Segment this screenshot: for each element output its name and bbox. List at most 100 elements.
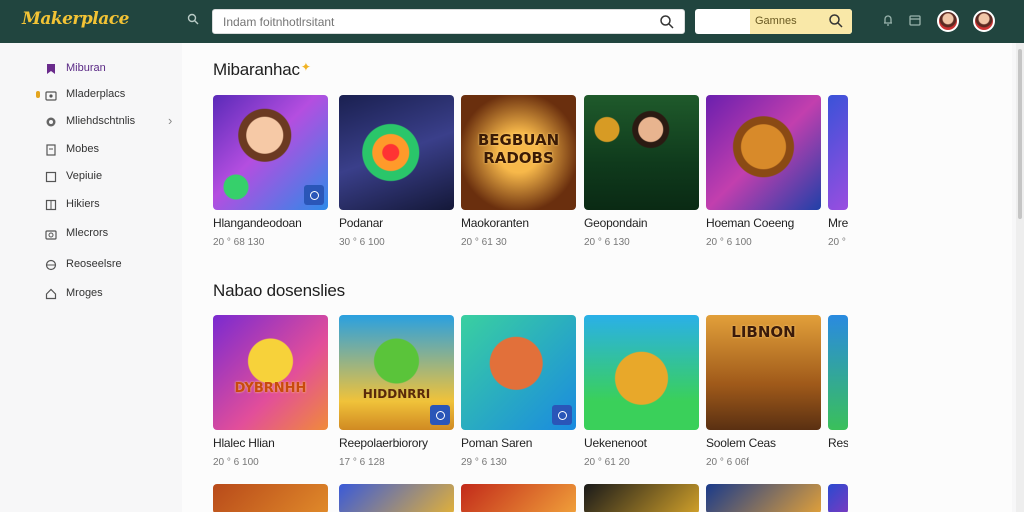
sidebar-item-3[interactable]: Mobes xyxy=(40,140,180,160)
game-title: Hoeman Coeeng xyxy=(706,216,795,230)
sidebar-item-5[interactable]: Hikiers xyxy=(40,195,180,215)
game-badge-icon xyxy=(552,405,572,425)
game-card[interactable]: Uekenenoot 20 ° 61 20 xyxy=(584,315,699,475)
grid-icon xyxy=(45,198,57,211)
game-title: Uekenenoot xyxy=(584,436,647,450)
game-thumbnail: HIDDNRRI xyxy=(339,315,454,430)
game-title: Res xyxy=(828,436,848,450)
game-thumbnail xyxy=(828,315,848,430)
search-bar xyxy=(212,9,685,34)
sidebar-item-7[interactable]: Reoseelsre xyxy=(40,255,180,275)
bell-icon[interactable] xyxy=(881,13,897,29)
game-title: Soolem Ceas xyxy=(706,436,776,450)
active-indicator xyxy=(36,91,40,98)
sidebar-item-label: Mliehdschtnlis xyxy=(66,115,136,127)
game-card[interactable]: Hoeman Coeeng 20 ° 6 100 xyxy=(706,95,821,255)
game-card[interactable]: Hlangandeodoan 20 ° 68 130 xyxy=(213,95,328,255)
sidebar-item-label: Mobes xyxy=(66,143,100,155)
game-art-text: HIDDNRRI xyxy=(362,387,431,401)
game-card[interactable]: DYBRNHH Hlalec Hlian 20 ° 6 100 xyxy=(213,315,328,475)
game-title: Poman Saren xyxy=(461,436,533,450)
game-thumbnail: DYBRNHH xyxy=(213,315,328,430)
globe-icon xyxy=(45,258,57,271)
sidebar-item-label: Vepiuie xyxy=(66,170,103,182)
sidebar-item-1[interactable]: Mladerplacs xyxy=(36,85,180,105)
game-thumbnail[interactable] xyxy=(584,484,699,512)
game-card[interactable]: Res xyxy=(828,315,848,475)
vertical-scrollbar[interactable] xyxy=(1016,43,1024,512)
sidebar-item-2[interactable]: Mliehdschtnlis › xyxy=(40,112,180,132)
game-thumbnail[interactable] xyxy=(339,484,454,512)
game-card[interactable]: HIDDNRRI Reepolaerbiorory 17 ° 6 128 xyxy=(339,315,454,475)
game-card[interactable]: LIBNON Soolem Ceas 20 ° 6 06f xyxy=(706,315,821,475)
game-title: Reepolaerbiorory xyxy=(339,436,428,450)
section-title: Nabao dosenslies xyxy=(213,281,345,301)
sidebar-item-6[interactable]: Mlecrors xyxy=(40,224,180,244)
section-title: Mibaranhac✦ xyxy=(213,60,311,80)
games-label: Gamnes xyxy=(755,15,797,27)
game-thumbnail[interactable] xyxy=(461,484,576,512)
game-card[interactable]: Poman Saren 29 ° 6 130 xyxy=(461,315,576,475)
game-card[interactable]: BEGBUAN RADOBS Maokoranten 20 ° 61 30 xyxy=(461,95,576,255)
game-meta: 20 ° 6 100 xyxy=(213,457,259,468)
sidebar-item-0[interactable]: Miburan xyxy=(40,59,180,79)
game-thumbnail xyxy=(584,315,699,430)
game-thumbnail[interactable] xyxy=(706,484,821,512)
game-badge-icon xyxy=(304,185,324,205)
games-filter: Gamnes xyxy=(695,9,852,34)
game-meta: 29 ° 6 130 xyxy=(461,457,507,468)
main-content: Mibaranhac✦ Hlangandeodoan 20 ° 68 130 P… xyxy=(182,43,1012,512)
game-thumbnail xyxy=(584,95,699,210)
game-meta: 20 ° 6 130 xyxy=(584,237,630,248)
game-title: Mre xyxy=(828,216,848,230)
game-meta: 17 ° 6 128 xyxy=(339,457,385,468)
scrollbar-thumb[interactable] xyxy=(1018,49,1022,219)
game-card[interactable]: Mre 20 ° xyxy=(828,95,848,255)
game-meta: 20 ° 68 130 xyxy=(213,237,265,248)
puzzle-icon xyxy=(45,115,57,127)
game-thumbnail[interactable] xyxy=(828,484,848,512)
game-card[interactable]: Geopondain 20 ° 6 130 xyxy=(584,95,699,255)
sidebar-item-label: Mlecrors xyxy=(66,227,109,239)
sidebar-item-label: Mladerplacs xyxy=(66,88,126,100)
store-icon xyxy=(45,88,57,101)
game-meta: 20 ° 6 06f xyxy=(706,457,749,468)
search-input[interactable] xyxy=(213,10,633,33)
section-title-text: Nabao dosenslies xyxy=(213,281,345,300)
game-card[interactable]: Podanar 30 ° 6 100 xyxy=(339,95,454,255)
game-art-text: BEGBUAN RADOBS xyxy=(477,131,560,167)
game-thumbnail xyxy=(461,315,576,430)
games-search-button[interactable]: Gamnes xyxy=(750,9,852,34)
chevron-right-icon[interactable]: › xyxy=(168,113,172,128)
search-icon[interactable] xyxy=(659,14,675,30)
search-mini-icon[interactable] xyxy=(186,13,200,27)
marketplace-logo[interactable]: Makerplace xyxy=(22,9,129,29)
game-meta: 20 ° 61 20 xyxy=(584,457,630,468)
sidebar-item-label: Mroges xyxy=(66,287,103,299)
game-thumbnail xyxy=(828,95,848,210)
sidebar-item-label: Hikiers xyxy=(66,198,100,210)
profile-avatar[interactable] xyxy=(973,10,995,32)
sidebar-item-label: Reoseelsre xyxy=(66,258,122,270)
document-icon xyxy=(45,143,57,156)
game-art-text: DYBRNHH xyxy=(234,381,307,396)
game-meta: 30 ° 6 100 xyxy=(339,237,385,248)
sidebar: Miburan Mladerplacs Mliehdschtnlis › Mob… xyxy=(0,43,182,512)
sidebar-item-label: Miburan xyxy=(66,62,106,74)
game-title: Hlalec Hlian xyxy=(213,436,275,450)
game-title: Hlangandeodoan xyxy=(213,216,302,230)
game-art-text: LIBNON xyxy=(731,323,796,341)
game-thumbnail xyxy=(339,95,454,210)
game-thumbnail: LIBNON xyxy=(706,315,821,430)
game-meta: 20 ° 61 30 xyxy=(461,237,507,248)
game-badge-icon xyxy=(430,405,450,425)
section-title-text: Mibaranhac xyxy=(213,60,300,79)
user-avatar[interactable] xyxy=(937,10,959,32)
square-icon xyxy=(45,170,57,183)
sidebar-item-4[interactable]: Vepiuie xyxy=(40,167,180,187)
calendar-icon[interactable] xyxy=(908,13,924,29)
game-thumbnail[interactable] xyxy=(213,484,328,512)
camera-icon xyxy=(45,227,57,240)
search-icon xyxy=(828,13,844,29)
sidebar-item-8[interactable]: Mroges xyxy=(40,284,180,304)
